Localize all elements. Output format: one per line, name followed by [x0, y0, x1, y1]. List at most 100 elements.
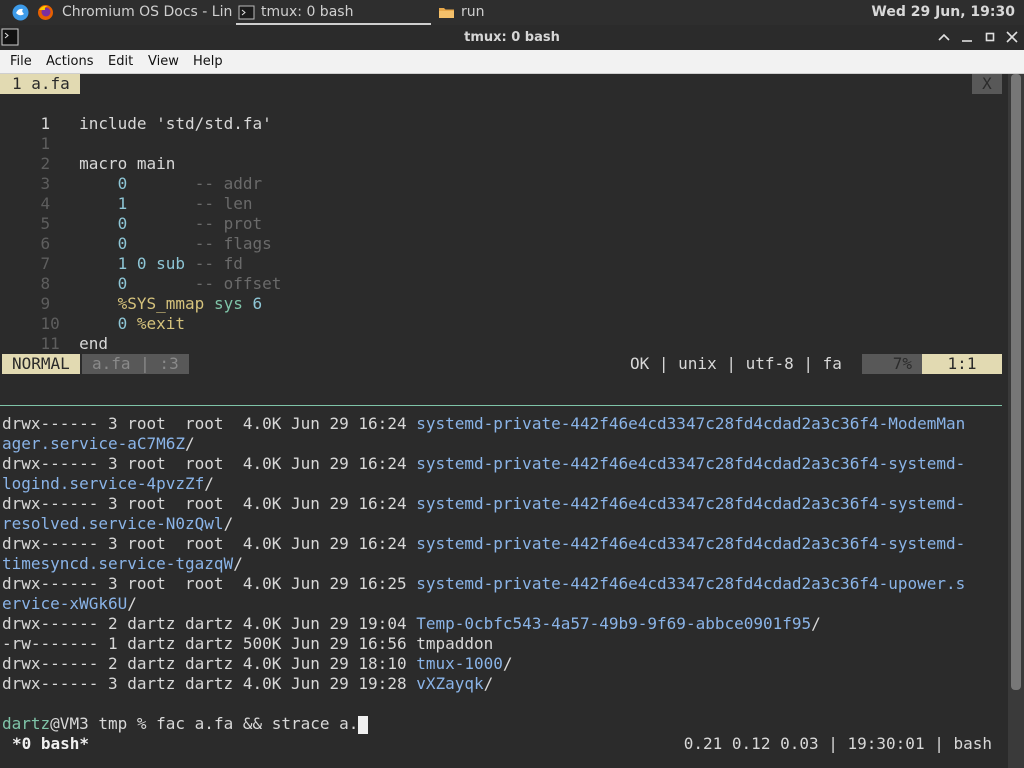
menu-view[interactable]: View: [148, 50, 179, 73]
listing-meta: drwx------ 3 dartz dartz 4.0K Jun 29 19:…: [2, 674, 417, 693]
window-title: tmux: 0 bash: [464, 30, 560, 45]
listing-row-wrap: ager.service-aC7M6Z/: [2, 434, 195, 454]
window-titlebar[interactable]: tmux: 0 bash: [0, 25, 1024, 50]
tmux-window-tab[interactable]: *0 bash*: [12, 734, 89, 754]
vim-file-info: a.fa | :3: [82, 354, 189, 374]
taskbar-item-terminal[interactable]: tmux: 0 bash: [236, 0, 431, 25]
listing-slash: /: [223, 514, 234, 533]
listing-row: drwx------ 3 root root 4.0K Jun 29 16:25…: [2, 574, 965, 594]
vim-cursor-position: 1:1: [922, 354, 1002, 374]
listing-meta: -rw------- 1 dartz dartz 500K Jun 29 16:…: [2, 634, 417, 653]
listing-meta: drwx------ 3 root root 4.0K Jun 29 16:24: [2, 454, 417, 473]
code-line: 1: [2, 114, 51, 153]
listing-meta: drwx------ 3 root root 4.0K Jun 29 16:24: [2, 414, 417, 433]
taskbar-item-files[interactable]: run: [436, 0, 616, 25]
listing-row-wrap: resolved.service-N0zQwl/: [2, 514, 233, 534]
vim-tabline: 1 a.fa X: [0, 74, 1008, 94]
vim-statusline: NORMAL a.fa | :3 OK | unix | utf-8 | fa …: [0, 354, 1008, 374]
tmux-status-right: 0.21 0.12 0.03 | 19:30:01 | bash: [683, 734, 992, 753]
listing-slash: /: [502, 654, 513, 673]
listing-meta: drwx------ 3 root root 4.0K Jun 29 16:24: [2, 494, 417, 513]
menu-edit[interactable]: Edit: [108, 50, 133, 73]
chevron-up-icon[interactable]: [934, 27, 954, 47]
listing-row-wrap: ervice-xWGk6U/: [2, 594, 137, 614]
listing-row: drwx------ 2 dartz dartz 4.0K Jun 29 18:…: [2, 654, 513, 674]
listing-slash: /: [233, 554, 243, 573]
listing-dir-part: logind.service-4pvzZf: [2, 474, 205, 493]
listing-row: drwx------ 3 root root 4.0K Jun 29 16:24…: [2, 454, 965, 474]
listing-row-wrap: logind.service-4pvzZf/: [2, 474, 214, 494]
code-line: 5 0 -- prot: [2, 194, 263, 233]
terminal-icon: [238, 5, 255, 20]
code-line: 8 0 -- offset: [2, 254, 282, 293]
restore-icon[interactable]: [980, 27, 1000, 47]
listing-meta: drwx------ 3 root root 4.0K Jun 29 16:24: [2, 534, 417, 553]
vim-tab-close-button[interactable]: X: [972, 74, 1002, 94]
listing-row-wrap: timesyncd.service-tgazqW/: [2, 554, 243, 574]
tmux-pane-divider[interactable]: [0, 405, 1002, 406]
vim-tab-a-fa[interactable]: 1 a.fa: [0, 74, 80, 94]
scrollbar-thumb[interactable]: [1011, 74, 1021, 690]
clock[interactable]: Wed 29 Jun, 19:30: [871, 0, 1015, 25]
code-line: 3 0 -- addr: [2, 154, 263, 193]
listing-row: drwx------ 3 root root 4.0K Jun 29 16:24…: [2, 494, 965, 514]
terminal-view[interactable]: 1 a.fa X 1 include 'std/std.fa' 1 2 macr…: [0, 74, 1024, 768]
prompt-user: dartz: [2, 714, 51, 733]
listing-row: drwx------ 3 root root 4.0K Jun 29 16:24…: [2, 534, 965, 554]
listing-dir-part: systemd-private-442f46e4cd3347c28fd4cdad…: [416, 454, 966, 473]
taskbar-item-label: Chromium OS Docs - Lin...: [62, 4, 233, 20]
listing-meta: drwx------ 2 dartz dartz 4.0K Jun 29 19:…: [2, 614, 417, 633]
code-line: 7 1 0 sub -- fd: [2, 234, 243, 273]
listing-dir-part: systemd-private-442f46e4cd3347c28fd4cdad…: [416, 494, 966, 513]
menu-file[interactable]: File: [10, 50, 32, 73]
code-keyword: sys: [213, 294, 243, 313]
taskbar-item-browser[interactable]: Chromium OS Docs - Lin...: [35, 0, 233, 25]
folder-icon: [439, 8, 454, 18]
listing-dir-name: tmux-1000: [416, 654, 503, 673]
prompt-host-dir: @VM3 tmp %: [50, 714, 157, 733]
menu-bar: File Actions Edit View Help: [0, 50, 1024, 74]
vim-scroll-percent: 7%: [862, 354, 922, 374]
code-line: 4 1 -- len: [2, 174, 253, 213]
menu-help[interactable]: Help: [193, 50, 223, 73]
top-panel: Chromium OS Docs - Lin... tmux: 0 bash r…: [0, 0, 1024, 25]
listing-dir-part: systemd-private-442f46e4cd3347c28fd4cdad…: [416, 534, 966, 553]
listing-dir-name: Temp-0cbfc543-4a57-49b9-9f69-abbce0901f9…: [416, 614, 812, 633]
listing-slash: /: [185, 434, 195, 453]
terminal-scrollbar[interactable]: [1008, 74, 1024, 768]
text-cursor: [358, 715, 369, 734]
listing-slash: /: [127, 594, 137, 613]
code-text: end: [79, 334, 108, 353]
close-icon[interactable]: [1002, 27, 1022, 47]
listing-dir-name: vXZayqk: [416, 674, 484, 693]
vim-mode-indicator: NORMAL: [2, 354, 80, 374]
listing-row: drwx------ 2 dartz dartz 4.0K Jun 29 19:…: [2, 614, 821, 634]
minimize-icon[interactable]: [957, 27, 977, 47]
listing-slash: /: [811, 614, 821, 633]
code-line: 2 macro main: [2, 134, 176, 173]
code-value: 0: [117, 314, 128, 333]
listing-file-name: tmpaddon: [416, 634, 494, 653]
taskbar-item-label: tmux: 0 bash: [261, 4, 354, 20]
listing-dir-part: timesyncd.service-tgazqW: [2, 554, 234, 573]
firefox-icon: [38, 5, 53, 20]
code-value: 6: [252, 294, 263, 313]
listing-slash: /: [204, 474, 214, 493]
listing-row: -rw------- 1 dartz dartz 500K Jun 29 16:…: [2, 634, 493, 654]
taskbar-item-label: run: [461, 4, 485, 20]
code-line: 6 0 -- flags: [2, 214, 272, 253]
vim-file-format: OK | unix | utf-8 | fa: [630, 354, 842, 373]
code-macro: %exit: [136, 314, 186, 333]
listing-dir-part: ager.service-aC7M6Z: [2, 434, 186, 453]
prompt-command: fac a.fa && strace a.: [156, 714, 359, 733]
app-menu-icon[interactable]: [12, 4, 29, 21]
shell-prompt[interactable]: dartz@VM3 tmp % fac a.fa && strace a.: [2, 714, 369, 734]
code-line: 1 include 'std/std.fa': [2, 94, 272, 133]
listing-meta: drwx------ 2 dartz dartz 4.0K Jun 29 18:…: [2, 654, 417, 673]
menu-actions[interactable]: Actions: [46, 50, 94, 73]
code-line: 11 end: [2, 314, 108, 353]
code-line: 12: [2, 334, 60, 373]
listing-dir-part: resolved.service-N0zQwl: [2, 514, 224, 533]
listing-dir-part: systemd-private-442f46e4cd3347c28fd4cdad…: [416, 574, 966, 593]
code-line: 9 %SYS_mmap sys 6: [2, 274, 263, 313]
